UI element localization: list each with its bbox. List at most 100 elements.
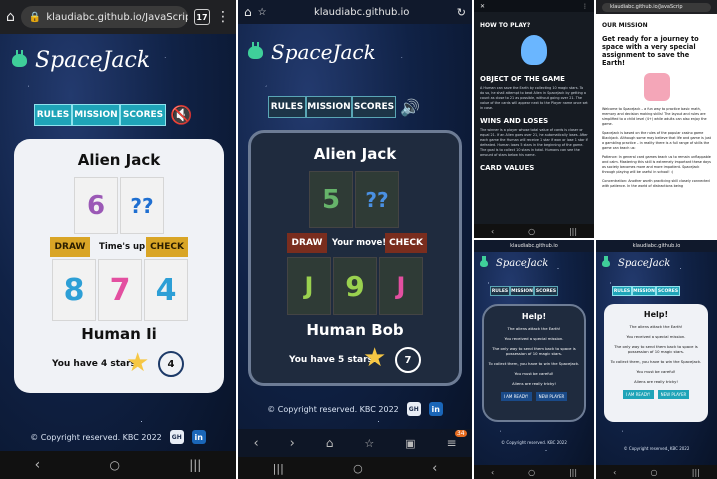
screenshot-panel-1: ⌂ 🔒 klaudiabc.github.io/JavaScrip 17 ⋮ S… — [0, 0, 236, 479]
check-button[interactable]: CHECK — [385, 233, 427, 253]
mission-button[interactable]: MISSION — [306, 96, 352, 118]
home-circle-icon[interactable]: ○ — [528, 227, 535, 236]
home-circle-icon[interactable]: ○ — [528, 468, 535, 477]
object-title: OBJECT OF THE GAME — [480, 75, 565, 83]
app-logo[interactable]: SpaceJack — [480, 256, 548, 269]
address-bar[interactable]: 🔒 klaudiabc.github.io/JavaScrip — [20, 6, 188, 28]
tabs-icon[interactable]: ▣ — [405, 437, 415, 450]
check-button[interactable]: CHECK — [146, 237, 188, 257]
app-logo[interactable]: SpaceJack — [12, 48, 150, 73]
alien-card: 5 — [309, 171, 353, 228]
browser-toolbar: ⌂ ☆ klaudiabc.github.io ↻ — [238, 0, 472, 24]
help-line-2: You received a special mission. — [504, 336, 564, 341]
back-icon[interactable]: ‹ — [613, 468, 616, 477]
scores-button[interactable]: SCORES — [534, 286, 558, 296]
screenshot-panel-4: klaudiabc.github.io/JavaScrip OUR MISSIO… — [596, 0, 717, 238]
alien-logo-icon — [12, 50, 27, 67]
recents-icon[interactable]: ||| — [569, 227, 577, 236]
human-name: Human Bob — [306, 321, 404, 339]
app-logo[interactable]: SpaceJack — [602, 256, 670, 269]
new-player-button[interactable]: NEW PLAYER — [657, 390, 690, 399]
help-line-3: The only way to send them back to space … — [614, 344, 698, 354]
more-icon[interactable]: ⋮ — [582, 3, 588, 10]
rules-button[interactable]: RULES — [490, 286, 510, 296]
sound-off-icon[interactable]: 🔇 — [170, 105, 192, 126]
mission-lead: Get ready for a journey to space with a … — [602, 35, 699, 67]
main-nav: RULES MISSION SCORES — [490, 286, 558, 296]
back-icon[interactable]: ‹ — [35, 457, 41, 473]
rules-button[interactable]: RULES — [34, 104, 72, 126]
back-icon[interactable]: ‹ — [432, 461, 437, 476]
android-nav-bar: ‹ ○ ||| — [474, 224, 594, 238]
url-text: klaudiabc.github.io — [313, 6, 410, 18]
rules-heading: HOW TO PLAY? — [480, 22, 531, 29]
back-icon[interactable]: ‹ — [491, 468, 494, 477]
back-icon[interactable]: ‹ — [491, 227, 494, 236]
scores-button[interactable]: SCORES — [120, 104, 166, 126]
rules-button[interactable]: RULES — [612, 286, 632, 296]
app-logo[interactable]: SpaceJack — [248, 40, 376, 64]
home-circle-icon[interactable]: ○ — [353, 462, 363, 475]
url-text: klaudiabc.github.io/JavaScrip — [46, 11, 188, 23]
bookmark-icon[interactable]: ☆ — [364, 437, 374, 450]
browser-toolbar: klaudiabc.github.io — [474, 240, 594, 252]
home-circle-icon[interactable]: ○ — [109, 458, 119, 472]
back-icon[interactable]: ‹ — [253, 436, 258, 451]
linkedin-icon[interactable]: in — [428, 402, 443, 416]
address-bar[interactable]: klaudiabc.github.io/JavaScrip — [602, 2, 711, 12]
mission-para-2: SpaceJack is based on the rules of the p… — [602, 131, 712, 150]
mission-button[interactable]: MISSION — [72, 104, 120, 126]
draw-button[interactable]: DRAW — [287, 233, 327, 253]
recents-icon[interactable]: ||| — [569, 468, 577, 477]
forward-icon[interactable]: › — [290, 436, 295, 451]
mission-button[interactable]: MISSION — [632, 286, 656, 296]
scores-button[interactable]: SCORES — [656, 286, 680, 296]
alien-name: Alien Jack — [313, 145, 397, 163]
logo-text: SpaceJack — [35, 48, 151, 73]
main-nav: RULES MISSION SCORES — [612, 286, 680, 296]
github-icon[interactable]: GH — [406, 402, 421, 416]
help-line-5: You must be careful! — [636, 369, 676, 374]
browser-bottom-bar: ‹ › ⌂ ☆ ▣ ≡ 34 — [238, 429, 472, 457]
bookmark-icon[interactable]: ☆ — [258, 7, 267, 18]
ready-button[interactable]: I AM READY! — [500, 392, 532, 401]
close-icon[interactable]: ✕ — [480, 3, 485, 10]
draw-button[interactable]: DRAW — [50, 237, 90, 257]
human-card-1: 8 — [52, 259, 96, 321]
menu-icon[interactable]: ⋮ — [216, 9, 230, 25]
alien-illustration — [521, 35, 547, 65]
human-card-3: 4 — [144, 259, 188, 321]
home-icon[interactable]: ⌂ — [326, 436, 334, 450]
recents-icon[interactable]: ||| — [189, 458, 201, 472]
recents-icon[interactable]: ||| — [273, 462, 284, 475]
linkedin-icon[interactable]: in — [191, 430, 206, 444]
alien-card: 6 — [74, 177, 118, 234]
recents-icon[interactable]: ||| — [692, 468, 700, 477]
home-icon[interactable]: ⌂ — [244, 5, 252, 19]
github-icon[interactable]: GH — [169, 430, 184, 444]
sound-on-icon[interactable]: 🔊 — [400, 98, 420, 117]
android-nav-bar: ||| ○ ‹ — [238, 457, 472, 479]
alien-logo-icon — [248, 41, 263, 59]
scores-button[interactable]: SCORES — [352, 96, 396, 118]
home-circle-icon[interactable]: ○ — [651, 468, 658, 477]
rules-button[interactable]: RULES — [268, 96, 306, 118]
menu-icon[interactable]: ≡ 34 — [446, 430, 467, 450]
card-values-title: CARD VALUES — [480, 164, 535, 172]
url-text: klaudiabc.github.io/JavaScrip — [610, 4, 683, 10]
new-player-button[interactable]: NEW PLAYER — [535, 392, 568, 401]
hidden-card: ?? — [355, 171, 399, 228]
help-line-6: Aliens are really tricky! — [512, 381, 556, 386]
android-nav-bar: ‹ ○ ||| — [596, 465, 717, 479]
star-icon: ★ — [126, 348, 150, 378]
stars-count: 4 — [158, 351, 184, 377]
help-title: Help! — [643, 310, 669, 319]
help-line-3: The only way to send them back to space … — [492, 346, 576, 356]
tabs-counter[interactable]: 17 — [194, 9, 210, 25]
game-status: Time's up! — [99, 242, 149, 252]
ready-button[interactable]: I AM READY! — [622, 390, 654, 399]
refresh-icon[interactable]: ↻ — [457, 6, 466, 19]
mission-button[interactable]: MISSION — [510, 286, 534, 296]
copyright-text: © Copyright reserved. KBC 2022 — [501, 440, 567, 445]
home-icon[interactable]: ⌂ — [6, 9, 15, 25]
